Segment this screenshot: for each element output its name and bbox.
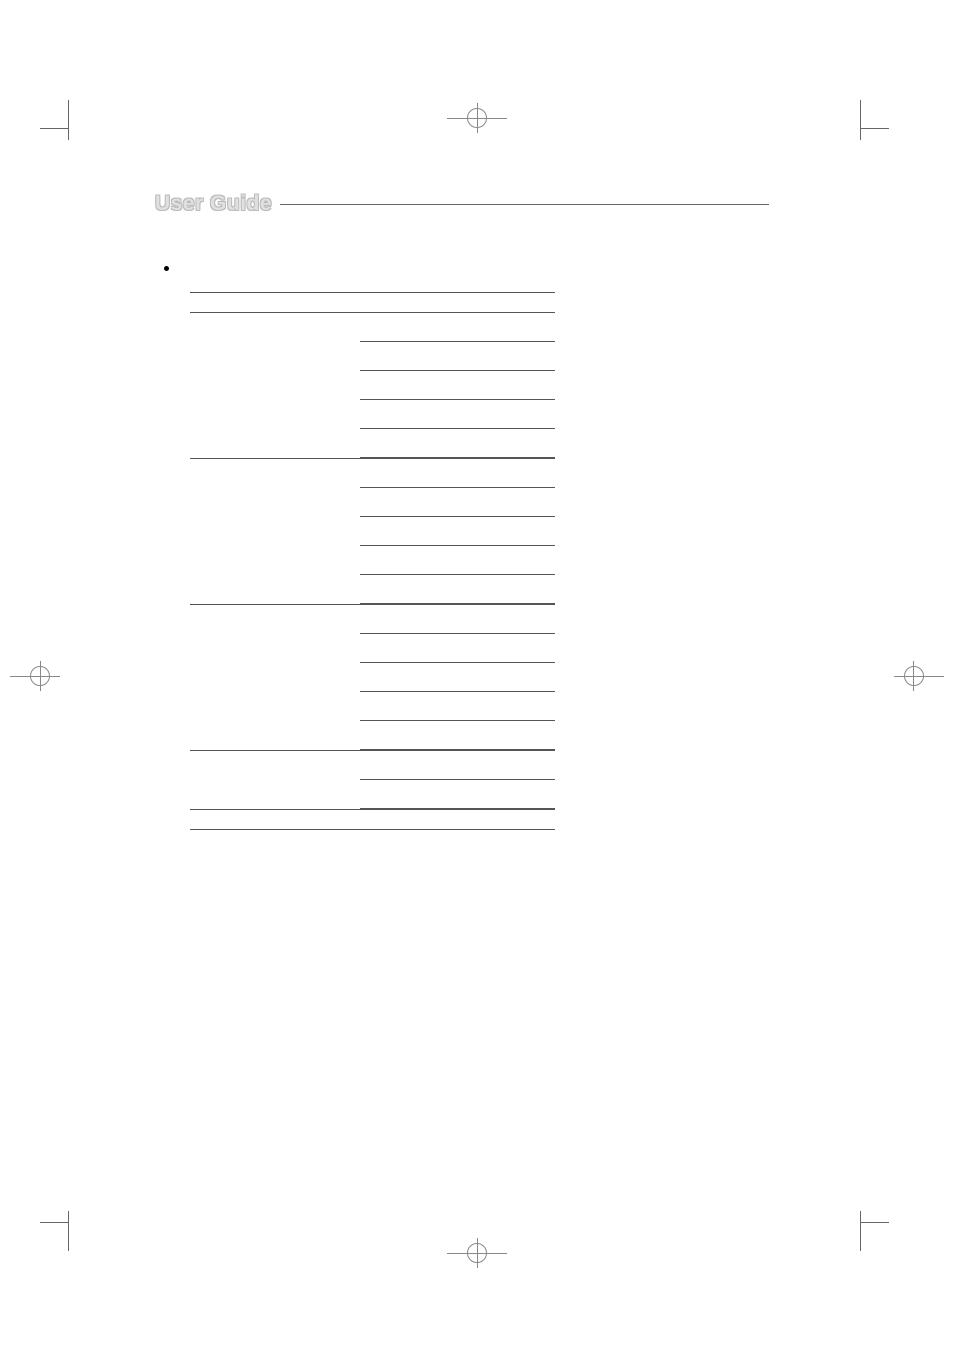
table-cell [360,517,555,546]
table-cell [360,721,555,750]
spec-table [190,292,555,830]
table-cell [360,488,555,517]
page-header: User Guide [155,192,769,216]
table-rule [190,829,555,830]
page-title: User Guide [155,192,272,216]
table-cell [360,751,555,780]
table-cell [360,575,555,604]
table-cell [360,313,555,342]
bullet-icon [164,266,169,271]
table-row [190,313,555,458]
table-cell [360,780,555,809]
table-cell [360,459,555,488]
table-cell [360,371,555,400]
table-cell [360,342,555,371]
table-cell [360,634,555,663]
table-cell [360,400,555,429]
table-row [190,605,555,750]
table-cell [360,605,555,634]
table-cell [360,546,555,575]
table-cell [360,663,555,692]
table-row [190,751,555,809]
table-cell [360,692,555,721]
table-row [190,459,555,604]
header-rule [280,204,769,205]
table-cell [360,429,555,458]
